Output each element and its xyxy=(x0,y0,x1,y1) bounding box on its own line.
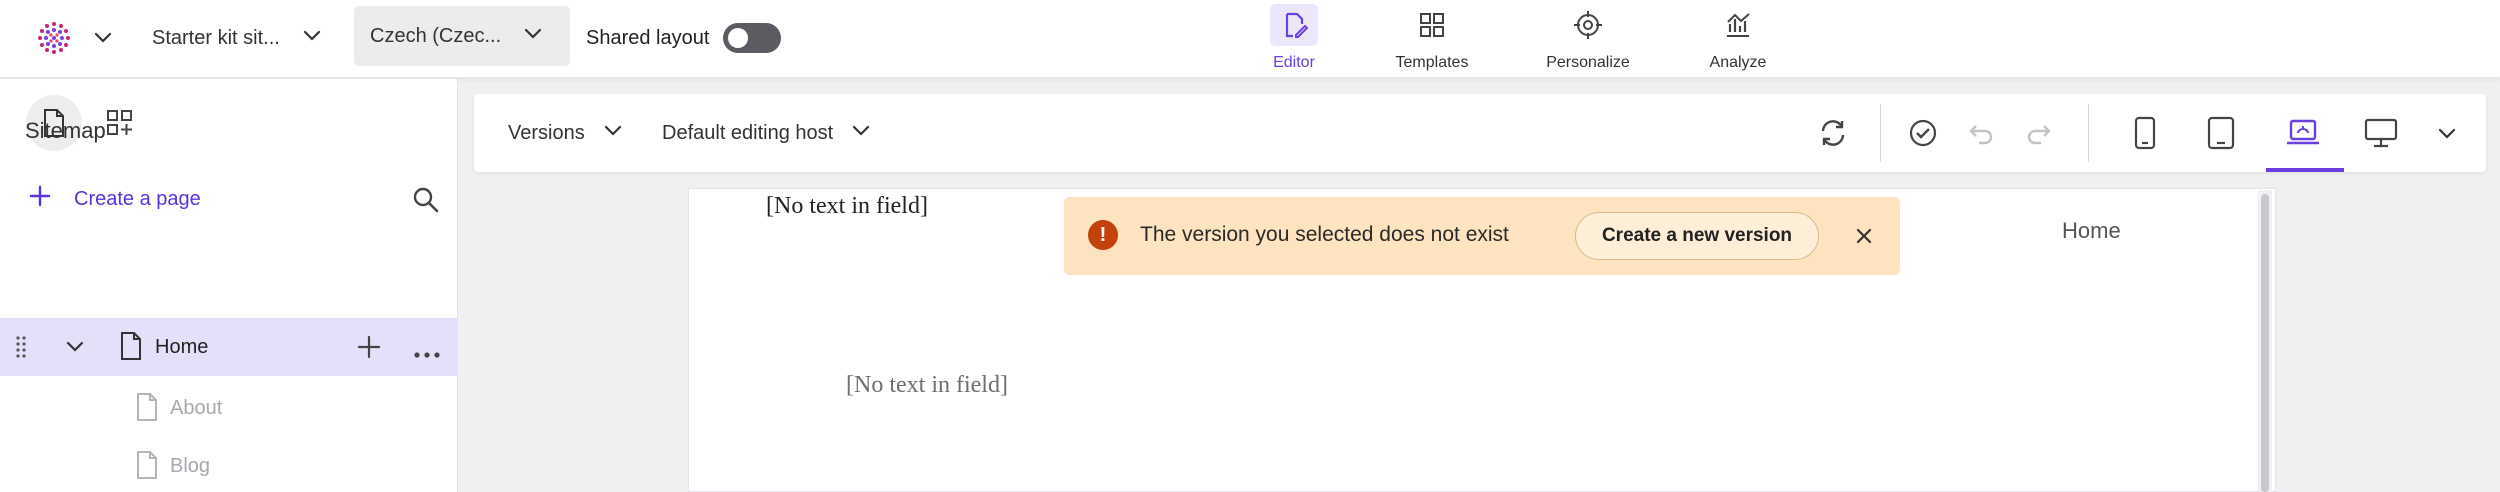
shared-layout-control: Shared layout xyxy=(586,20,782,56)
tab-personalize-label: Personalize xyxy=(1546,54,1630,71)
create-page-label: Create a page xyxy=(74,187,201,210)
canvas-scrollbar-thumb[interactable] xyxy=(2261,194,2269,492)
tree-item-home[interactable]: Home xyxy=(0,318,458,376)
toast-message: The version you selected does not exist xyxy=(1140,223,1509,246)
tab-templates-label: Templates xyxy=(1395,54,1469,71)
editing-host-dropdown[interactable]: Default editing host xyxy=(662,94,871,172)
language-selector-label: Czech (Czec... xyxy=(370,24,502,47)
chevron-down-icon[interactable] xyxy=(2424,110,2470,156)
toolbar-divider xyxy=(1880,104,1881,162)
chevron-down-icon xyxy=(523,23,543,49)
undo-icon[interactable] xyxy=(1958,110,2004,156)
version-error-toast: ! The version you selected does not exis… xyxy=(1064,197,1900,275)
search-icon[interactable] xyxy=(410,184,442,216)
components-icon xyxy=(107,110,132,135)
desktop-icon[interactable] xyxy=(2358,110,2404,156)
tree-item-blog[interactable]: Blog xyxy=(0,436,458,492)
close-icon[interactable] xyxy=(1850,222,1878,250)
tab-analyze-label: Analyze xyxy=(1709,54,1767,71)
edit-page-icon xyxy=(1270,4,1318,46)
active-device-indicator xyxy=(2266,168,2344,172)
app-switcher-chevron-down-icon[interactable] xyxy=(92,26,114,48)
error-exclamation-icon: ! xyxy=(1088,220,1118,250)
drag-handle-icon[interactable] xyxy=(14,335,28,365)
top-bar: Starter kit sit... Czech (Czec... Shared… xyxy=(0,0,2500,78)
tree-item-about[interactable]: About xyxy=(0,378,458,436)
redo-icon[interactable] xyxy=(2016,110,2062,156)
page-icon xyxy=(134,450,160,486)
editing-host-label: Default editing host xyxy=(662,121,834,144)
target-icon xyxy=(1564,4,1612,46)
chevron-down-icon xyxy=(603,120,623,146)
tablet-icon[interactable] xyxy=(2198,110,2244,156)
templates-grid-icon xyxy=(1408,4,1456,46)
tab-analyze[interactable]: Analyze xyxy=(1706,0,1770,78)
versions-label: Versions xyxy=(508,121,585,144)
chevron-down-icon xyxy=(302,25,322,51)
chevron-down-icon xyxy=(851,120,871,146)
tree-item-label: About xyxy=(170,397,223,419)
tree-item-label: Blog xyxy=(170,455,211,477)
shared-layout-label: Shared layout xyxy=(586,26,710,49)
analytics-icon xyxy=(1714,4,1762,46)
sitemap-title: Sitemap xyxy=(25,118,106,143)
site-selector-dropdown[interactable]: Starter kit sit... xyxy=(136,10,338,66)
create-page-button[interactable]: Create a page xyxy=(28,184,201,214)
tree-item-label: Home xyxy=(155,336,209,358)
tab-editor-label: Editor xyxy=(1273,54,1315,71)
empty-text-field[interactable]: [No text in field] xyxy=(766,193,928,220)
tab-editor[interactable]: Editor xyxy=(1270,0,1318,78)
chevron-down-icon[interactable] xyxy=(64,336,86,364)
phone-icon[interactable] xyxy=(2122,110,2168,156)
tab-personalize[interactable]: Personalize xyxy=(1544,0,1632,78)
empty-text-field[interactable]: [No text in field] xyxy=(846,372,1008,399)
refresh-icon[interactable] xyxy=(1810,110,1856,156)
toolbar-divider xyxy=(2088,104,2089,162)
app-logo-icon[interactable] xyxy=(36,20,72,56)
page-icon xyxy=(118,331,144,367)
language-selector-dropdown[interactable]: Czech (Czec... xyxy=(354,6,570,66)
create-new-version-button[interactable]: Create a new version xyxy=(1575,212,1819,260)
add-child-plus-icon[interactable] xyxy=(356,334,382,366)
laptop-icon[interactable] xyxy=(2280,110,2326,156)
versions-dropdown[interactable]: Versions xyxy=(508,94,623,172)
home-nav-link[interactable]: Home xyxy=(2062,218,2121,244)
more-options-icon[interactable] xyxy=(414,342,440,365)
plus-icon xyxy=(28,184,52,214)
check-circle-icon[interactable] xyxy=(1900,110,1946,156)
site-selector-label: Starter kit sit... xyxy=(152,26,280,49)
shared-layout-toggle[interactable] xyxy=(723,23,782,53)
editor-toolbar: Versions Default editing host xyxy=(474,94,2486,172)
tab-templates[interactable]: Templates xyxy=(1392,0,1472,78)
page-icon xyxy=(134,392,160,428)
